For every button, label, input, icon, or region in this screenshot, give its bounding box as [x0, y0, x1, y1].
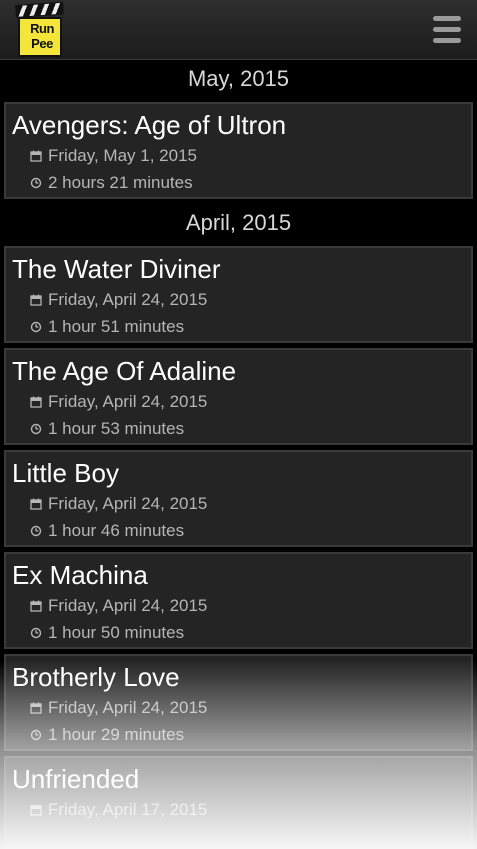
movie-card[interactable]: Brotherly Love Friday, April 24, 2015 1 ho… — [4, 654, 473, 751]
runtime: 1 hour 50 minutes — [30, 623, 184, 643]
calendar-icon — [30, 294, 42, 306]
runtime: 1 hour 51 minutes — [30, 317, 184, 337]
release-date-text: Friday, May 1, 2015 — [48, 146, 197, 165]
clock-icon — [30, 423, 42, 435]
runtime-text: 1 hour 29 minutes — [48, 725, 185, 744]
runtime-text: 2 hours 21 minutes — [48, 173, 193, 192]
runtime-text: 1 hour 50 minutes — [48, 623, 185, 642]
movie-title: Brotherly Love — [12, 662, 180, 692]
release-date: Friday, April 24, 2015 — [30, 494, 207, 514]
movie-title: Little Boy — [12, 458, 119, 488]
runtime-text: 1 hour 46 minutes — [48, 521, 185, 540]
clock-icon — [30, 525, 42, 537]
movie-title: The Water Diviner — [12, 254, 221, 284]
app-screen: Run Pee May, 2015 Avengers: Age of Ultron… — [0, 0, 477, 849]
top-bar: Run Pee — [0, 0, 477, 60]
runtime: 1 hour 29 minutes — [30, 725, 184, 745]
menu-icon — [433, 16, 463, 43]
calendar-icon — [30, 702, 42, 714]
menu-button[interactable] — [433, 16, 463, 46]
movie-title: Avengers: Age of Ultron — [12, 110, 287, 140]
runpee-logo[interactable]: Run Pee — [15, 1, 64, 57]
release-date-text: Friday, April 24, 2015 — [48, 494, 208, 513]
clapperboard-icon — [15, 1, 64, 18]
movie-card[interactable]: The Water Diviner Friday, April 24, 2015 1… — [4, 246, 473, 343]
release-date: Friday, April 24, 2015 — [30, 596, 207, 616]
runtime-text: 1 hour 51 minutes — [48, 317, 185, 336]
release-date-text: Friday, April 24, 2015 — [48, 290, 208, 309]
movie-card[interactable]: The Age Of Adaline Friday, April 24, 2015… — [4, 348, 473, 445]
clock-icon — [30, 729, 42, 741]
clock-icon — [30, 627, 42, 639]
clock-icon — [30, 177, 42, 189]
logo-text-line2: Pee — [31, 36, 53, 51]
release-date: Friday, April 24, 2015 — [30, 290, 207, 310]
month-header: April, 2015 — [0, 204, 477, 241]
calendar-icon — [30, 150, 42, 162]
runtime: 2 hours 21 minutes — [30, 173, 193, 193]
release-date: Friday, April 17, 2015 — [30, 800, 207, 820]
calendar-icon — [30, 396, 42, 408]
release-date-text: Friday, April 17, 2015 — [48, 800, 208, 819]
release-date: Friday, May 1, 2015 — [30, 146, 197, 166]
release-date-text: Friday, April 24, 2015 — [48, 698, 208, 717]
release-date: Friday, April 24, 2015 — [30, 698, 207, 718]
release-date-text: Friday, April 24, 2015 — [48, 392, 208, 411]
movie-title: Ex Machina — [12, 560, 148, 590]
calendar-icon — [30, 804, 42, 816]
movie-list: May, 2015 Avengers: Age of Ultron Friday, … — [0, 60, 477, 849]
movie-title: The Age Of Adaline — [12, 356, 237, 386]
logo-board: Run Pee — [18, 17, 62, 57]
movie-title: Unfriended — [12, 764, 140, 794]
movie-card[interactable]: Unfriended Friday, April 17, 2015 — [4, 756, 473, 849]
release-date: Friday, April 24, 2015 — [30, 392, 207, 412]
clock-icon — [30, 321, 42, 333]
logo-text-line1: Run — [30, 21, 54, 36]
runtime: 1 hour 53 minutes — [30, 419, 184, 439]
runtime-text: 1 hour 53 minutes — [48, 419, 185, 438]
movie-card[interactable]: Little Boy Friday, April 24, 2015 1 hour 4… — [4, 450, 473, 547]
runtime: 1 hour 46 minutes — [30, 521, 184, 541]
month-header: May, 2015 — [0, 60, 477, 97]
movie-card[interactable]: Ex Machina Friday, April 24, 2015 1 hour 5… — [4, 552, 473, 649]
calendar-icon — [30, 600, 42, 612]
release-date-text: Friday, April 24, 2015 — [48, 596, 208, 615]
movie-card[interactable]: Avengers: Age of Ultron Friday, May 1, 20… — [4, 102, 473, 199]
calendar-icon — [30, 498, 42, 510]
